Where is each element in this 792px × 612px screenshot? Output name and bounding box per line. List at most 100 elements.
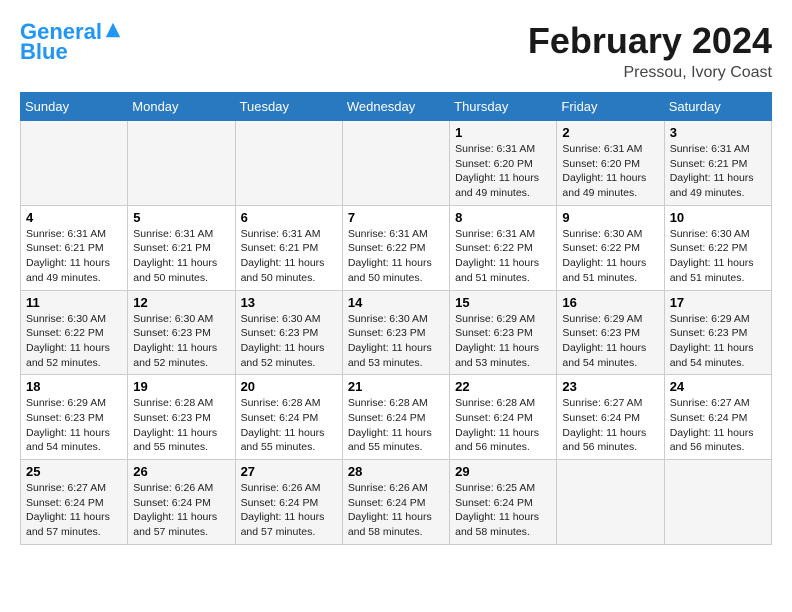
day-info: Sunrise: 6:31 AM Sunset: 6:21 PM Dayligh… bbox=[670, 142, 766, 201]
day-number: 17 bbox=[670, 295, 766, 310]
main-title: February 2024 bbox=[528, 20, 772, 62]
calendar-week-1: 4 Sunrise: 6:31 AM Sunset: 6:21 PM Daylig… bbox=[21, 205, 772, 290]
day-info: Sunrise: 6:28 AM Sunset: 6:24 PM Dayligh… bbox=[348, 396, 444, 455]
day-number: 18 bbox=[26, 379, 122, 394]
day-number: 13 bbox=[241, 295, 337, 310]
calendar-cell: 11 Sunrise: 6:30 AM Sunset: 6:22 PM Dayli… bbox=[21, 290, 128, 375]
calendar-cell: 2 Sunrise: 6:31 AM Sunset: 6:20 PM Daylig… bbox=[557, 121, 664, 206]
calendar-cell: 17 Sunrise: 6:29 AM Sunset: 6:23 PM Dayli… bbox=[664, 290, 771, 375]
calendar-cell: 23Sunrise: 6:27 AM Sunset: 6:24 PM Dayli… bbox=[557, 375, 664, 460]
day-info: Sunrise: 6:31 AM Sunset: 6:22 PM Dayligh… bbox=[455, 227, 551, 286]
calendar-table: SundayMondayTuesdayWednesdayThursdayFrid… bbox=[20, 92, 772, 545]
calendar-cell bbox=[342, 121, 449, 206]
day-info: Sunrise: 6:31 AM Sunset: 6:22 PM Dayligh… bbox=[348, 227, 444, 286]
calendar-cell: 16Sunrise: 6:29 AM Sunset: 6:23 PM Dayli… bbox=[557, 290, 664, 375]
day-number: 22 bbox=[455, 379, 551, 394]
logo-icon bbox=[104, 21, 122, 39]
day-number: 4 bbox=[26, 210, 122, 225]
calendar-cell bbox=[557, 460, 664, 545]
calendar-header: SundayMondayTuesdayWednesdayThursdayFrid… bbox=[21, 93, 772, 121]
calendar-cell: 1 Sunrise: 6:31 AM Sunset: 6:20 PM Daylig… bbox=[450, 121, 557, 206]
page-header: General Blue February 2024 Pressou, Ivor… bbox=[20, 20, 772, 82]
calendar-cell: 6 Sunrise: 6:31 AM Sunset: 6:21 PM Daylig… bbox=[235, 205, 342, 290]
calendar-cell: 8 Sunrise: 6:31 AM Sunset: 6:22 PM Daylig… bbox=[450, 205, 557, 290]
day-number: 24 bbox=[670, 379, 766, 394]
calendar-cell: 9Sunrise: 6:30 AM Sunset: 6:22 PM Daylig… bbox=[557, 205, 664, 290]
calendar-body: 1 Sunrise: 6:31 AM Sunset: 6:20 PM Daylig… bbox=[21, 121, 772, 545]
header-cell-monday: Monday bbox=[128, 93, 235, 121]
day-number: 15 bbox=[455, 295, 551, 310]
day-info: Sunrise: 6:26 AM Sunset: 6:24 PM Dayligh… bbox=[133, 481, 229, 540]
day-number: 11 bbox=[26, 295, 122, 310]
day-info: Sunrise: 6:31 AM Sunset: 6:20 PM Dayligh… bbox=[455, 142, 551, 201]
day-info: Sunrise: 6:28 AM Sunset: 6:23 PM Dayligh… bbox=[133, 396, 229, 455]
day-number: 14 bbox=[348, 295, 444, 310]
day-info: Sunrise: 6:26 AM Sunset: 6:24 PM Dayligh… bbox=[348, 481, 444, 540]
header-cell-sunday: Sunday bbox=[21, 93, 128, 121]
subtitle: Pressou, Ivory Coast bbox=[528, 64, 772, 82]
day-info: Sunrise: 6:27 AM Sunset: 6:24 PM Dayligh… bbox=[670, 396, 766, 455]
calendar-cell: 26 Sunrise: 6:26 AM Sunset: 6:24 PM Dayli… bbox=[128, 460, 235, 545]
day-info: Sunrise: 6:29 AM Sunset: 6:23 PM Dayligh… bbox=[670, 312, 766, 371]
calendar-cell: 3Sunrise: 6:31 AM Sunset: 6:21 PM Daylig… bbox=[664, 121, 771, 206]
day-info: Sunrise: 6:30 AM Sunset: 6:23 PM Dayligh… bbox=[348, 312, 444, 371]
calendar-cell: 12 Sunrise: 6:30 AM Sunset: 6:23 PM Dayli… bbox=[128, 290, 235, 375]
day-info: Sunrise: 6:30 AM Sunset: 6:22 PM Dayligh… bbox=[26, 312, 122, 371]
header-cell-wednesday: Wednesday bbox=[342, 93, 449, 121]
calendar-week-0: 1 Sunrise: 6:31 AM Sunset: 6:20 PM Daylig… bbox=[21, 121, 772, 206]
day-info: Sunrise: 6:30 AM Sunset: 6:23 PM Dayligh… bbox=[133, 312, 229, 371]
calendar-week-2: 11 Sunrise: 6:30 AM Sunset: 6:22 PM Dayli… bbox=[21, 290, 772, 375]
day-number: 12 bbox=[133, 295, 229, 310]
calendar-cell: 24 Sunrise: 6:27 AM Sunset: 6:24 PM Dayli… bbox=[664, 375, 771, 460]
header-row: SundayMondayTuesdayWednesdayThursdayFrid… bbox=[21, 93, 772, 121]
calendar-cell bbox=[235, 121, 342, 206]
calendar-cell: 22 Sunrise: 6:28 AM Sunset: 6:24 PM Dayli… bbox=[450, 375, 557, 460]
day-number: 8 bbox=[455, 210, 551, 225]
calendar-week-4: 25Sunrise: 6:27 AM Sunset: 6:24 PM Dayli… bbox=[21, 460, 772, 545]
calendar-cell: 14 Sunrise: 6:30 AM Sunset: 6:23 PM Dayli… bbox=[342, 290, 449, 375]
calendar-cell: 28Sunrise: 6:26 AM Sunset: 6:24 PM Dayli… bbox=[342, 460, 449, 545]
calendar-cell: 25Sunrise: 6:27 AM Sunset: 6:24 PM Dayli… bbox=[21, 460, 128, 545]
day-info: Sunrise: 6:29 AM Sunset: 6:23 PM Dayligh… bbox=[455, 312, 551, 371]
calendar-cell: 20 Sunrise: 6:28 AM Sunset: 6:24 PM Dayli… bbox=[235, 375, 342, 460]
day-info: Sunrise: 6:30 AM Sunset: 6:23 PM Dayligh… bbox=[241, 312, 337, 371]
day-number: 23 bbox=[562, 379, 658, 394]
day-number: 10 bbox=[670, 210, 766, 225]
day-number: 21 bbox=[348, 379, 444, 394]
day-info: Sunrise: 6:28 AM Sunset: 6:24 PM Dayligh… bbox=[241, 396, 337, 455]
day-info: Sunrise: 6:26 AM Sunset: 6:24 PM Dayligh… bbox=[241, 481, 337, 540]
day-number: 5 bbox=[133, 210, 229, 225]
day-number: 26 bbox=[133, 464, 229, 479]
day-info: Sunrise: 6:31 AM Sunset: 6:20 PM Dayligh… bbox=[562, 142, 658, 201]
calendar-cell: 18 Sunrise: 6:29 AM Sunset: 6:23 PM Dayli… bbox=[21, 375, 128, 460]
day-number: 20 bbox=[241, 379, 337, 394]
calendar-cell: 13 Sunrise: 6:30 AM Sunset: 6:23 PM Dayli… bbox=[235, 290, 342, 375]
header-cell-saturday: Saturday bbox=[664, 93, 771, 121]
calendar-cell: 21 Sunrise: 6:28 AM Sunset: 6:24 PM Dayli… bbox=[342, 375, 449, 460]
day-info: Sunrise: 6:25 AM Sunset: 6:24 PM Dayligh… bbox=[455, 481, 551, 540]
header-cell-tuesday: Tuesday bbox=[235, 93, 342, 121]
day-number: 16 bbox=[562, 295, 658, 310]
logo: General Blue bbox=[20, 20, 122, 64]
calendar-cell: 27Sunrise: 6:26 AM Sunset: 6:24 PM Dayli… bbox=[235, 460, 342, 545]
day-number: 29 bbox=[455, 464, 551, 479]
calendar-cell bbox=[21, 121, 128, 206]
calendar-cell: 7Sunrise: 6:31 AM Sunset: 6:22 PM Daylig… bbox=[342, 205, 449, 290]
day-number: 19 bbox=[133, 379, 229, 394]
day-number: 6 bbox=[241, 210, 337, 225]
calendar-cell: 19 Sunrise: 6:28 AM Sunset: 6:23 PM Dayli… bbox=[128, 375, 235, 460]
day-info: Sunrise: 6:31 AM Sunset: 6:21 PM Dayligh… bbox=[241, 227, 337, 286]
calendar-cell: 10Sunrise: 6:30 AM Sunset: 6:22 PM Dayli… bbox=[664, 205, 771, 290]
calendar-cell bbox=[128, 121, 235, 206]
day-info: Sunrise: 6:31 AM Sunset: 6:21 PM Dayligh… bbox=[133, 227, 229, 286]
day-info: Sunrise: 6:29 AM Sunset: 6:23 PM Dayligh… bbox=[26, 396, 122, 455]
calendar-cell: 15 Sunrise: 6:29 AM Sunset: 6:23 PM Dayli… bbox=[450, 290, 557, 375]
day-info: Sunrise: 6:28 AM Sunset: 6:24 PM Dayligh… bbox=[455, 396, 551, 455]
header-cell-thursday: Thursday bbox=[450, 93, 557, 121]
day-number: 2 bbox=[562, 125, 658, 140]
calendar-cell: 29 Sunrise: 6:25 AM Sunset: 6:24 PM Dayli… bbox=[450, 460, 557, 545]
day-number: 25 bbox=[26, 464, 122, 479]
calendar-cell: 4Sunrise: 6:31 AM Sunset: 6:21 PM Daylig… bbox=[21, 205, 128, 290]
day-number: 1 bbox=[455, 125, 551, 140]
day-info: Sunrise: 6:30 AM Sunset: 6:22 PM Dayligh… bbox=[562, 227, 658, 286]
